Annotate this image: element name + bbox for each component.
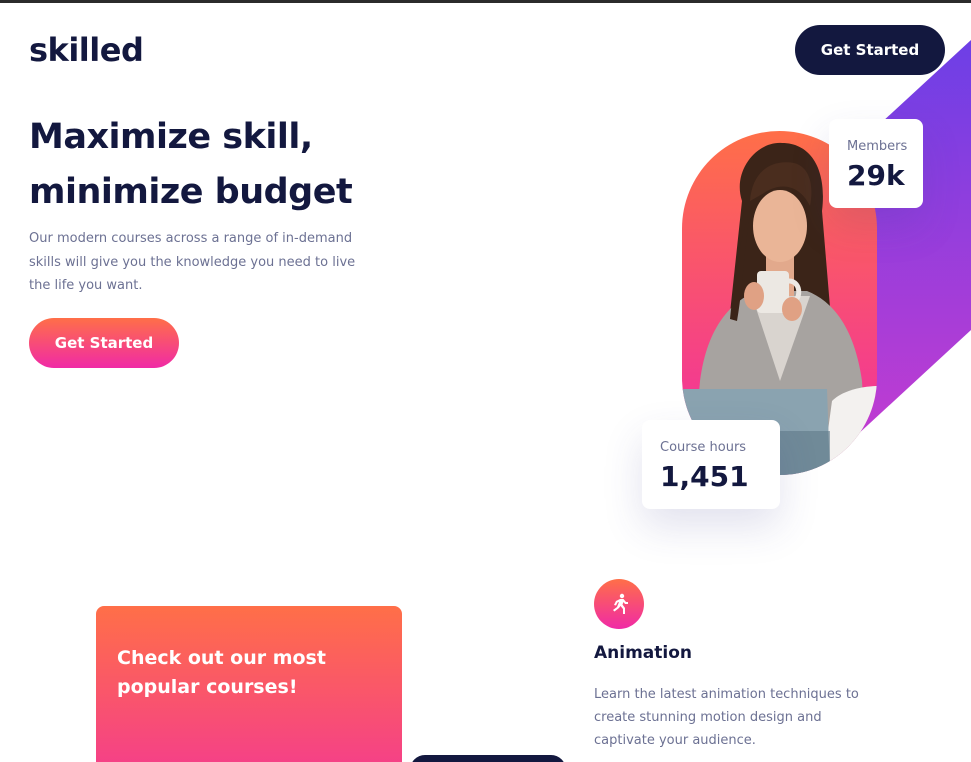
members-stat-card: Members 29k (829, 119, 923, 208)
members-label: Members (847, 139, 908, 154)
running-person-glyph (613, 593, 628, 614)
popular-courses-title: Check out our most popular courses! (117, 647, 326, 698)
hero-title: Maximize skill, minimize budget (29, 110, 449, 220)
running-person-icon (594, 579, 644, 629)
view-courses-button[interactable] (410, 755, 566, 762)
window-top-border (0, 0, 971, 3)
hero-description: Our modern courses across a range of in-… (29, 231, 356, 293)
course-hours-value: 1,451 (660, 460, 749, 493)
hero-title-line-1: Maximize skill, (29, 117, 313, 157)
course-title: Animation (594, 643, 693, 663)
course-hours-stat-card: Course hours 1,451 (642, 420, 780, 509)
hero-title-line-2: minimize budget (29, 172, 353, 212)
course-hours-label: Course hours (660, 440, 747, 455)
popular-courses-card: Check out our most popular courses! (96, 606, 402, 762)
course-description: Learn the latest animation techniques to… (594, 687, 859, 748)
members-value: 29k (847, 159, 905, 192)
hero-get-started-button[interactable]: Get Started (29, 318, 179, 368)
logo[interactable]: skilled (29, 28, 144, 72)
